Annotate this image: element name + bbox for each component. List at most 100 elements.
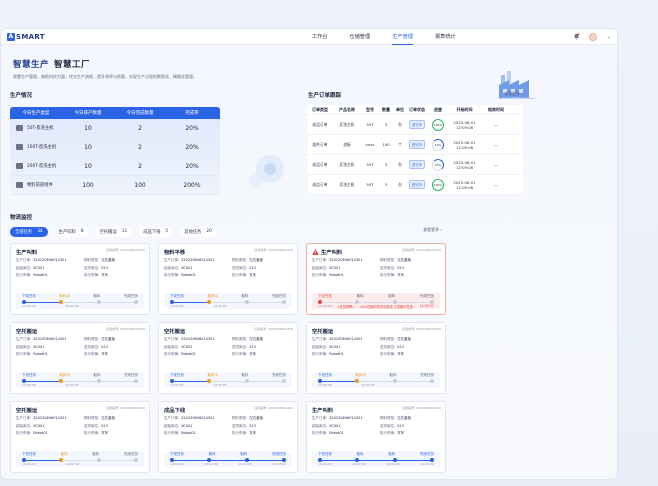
task-field-label: 执行车辆:: [312, 352, 328, 356]
step-time: 14:02:09: [65, 383, 79, 387]
col-header: 进度: [434, 106, 442, 112]
task-card[interactable]: 生产叫料 任务编号: 2202306061430 生产订单: S20230606014…: [306, 243, 446, 315]
task-info: 生产订单: S20230606014301 物料类型: 左右盖板 起始库位: XC001 送…: [312, 258, 440, 278]
col-header: 订单类型: [312, 106, 328, 112]
task-card[interactable]: 空托搬运 任务编号: 2202306061430 生产订单: S20230606014…: [10, 322, 150, 394]
task-steps: 下发任务 取料 取料 完成任务 14:02:09 14:02:09 14:02:09 14:0…: [312, 451, 440, 467]
tab-1[interactable]: 生产叫料 8: [53, 227, 89, 237]
task-field-value: 叉车: [249, 431, 257, 435]
task-card[interactable]: 生产叫料 任务编号: 2202306061430 生产订单: S20230606014…: [10, 243, 150, 315]
order-model: 50T: [366, 162, 374, 167]
task-field-value: S20230606014301: [181, 258, 215, 262]
task-info: 生产订单: S20230606014301 物料类型: 左右盖板 起始库位: XC001 送…: [312, 416, 440, 436]
status-badge: 进行中: [409, 160, 425, 169]
tab-count: 34: [37, 229, 43, 234]
task-title: 生产叫料: [321, 250, 343, 256]
step-dot: [96, 300, 101, 304]
task-field: 执行车辆: 叉车: [380, 431, 440, 436]
task-card[interactable]: 成品下线 任务编号: 2202306061430 生产订单: S20230606014…: [158, 401, 298, 473]
task-field-value: 左右盖板: [397, 258, 412, 262]
chevron-down-icon[interactable]: ⌄: [607, 34, 611, 40]
bell-icon[interactable]: [573, 33, 580, 40]
production-section: 生产情况 今日生产类型 今日排产数量 今日完成数量 完成率 50T-反洗主机 10…: [10, 91, 300, 206]
task-field-value: 左右盖板: [249, 337, 264, 341]
task-field-label: 生产订单:: [164, 416, 180, 420]
step-dot: [134, 379, 138, 383]
step-time: [任务预警]: [338, 305, 354, 309]
step-line: [170, 458, 286, 462]
task-field-label: 物料类型:: [380, 416, 396, 420]
logistics-title: 物流监控: [10, 215, 33, 221]
task-field-value: XC001: [33, 344, 45, 349]
step-line: [170, 300, 286, 304]
production-row: 物料前部组件 100 100 200%: [10, 176, 220, 195]
step-dot: [392, 300, 397, 304]
logo[interactable]: A SMART: [7, 32, 45, 41]
task-field-label: 生产订单:: [312, 258, 328, 262]
logo-mark: A: [7, 32, 15, 41]
task-field: 起始库位: XC001: [164, 424, 232, 429]
logistics-more-link[interactable]: 查看更多 ›: [423, 227, 442, 233]
order-row[interactable]: 成品订单 反洗主机 50T 3 台 进行中 100% 2025-06-01 12:09:08 -…: [308, 175, 523, 195]
step-time: 14:02:09: [204, 462, 218, 466]
step-line: [318, 458, 434, 462]
logo-text: SMART: [16, 32, 45, 41]
production-type: 物料前部组件: [27, 183, 53, 188]
order-row[interactable]: 组件订单 滤板 xxxx 100 个 进行中 10% 2025-06-01 12:09:08 -…: [308, 135, 523, 155]
nav-item-warehouse[interactable]: 仓储管理: [349, 29, 370, 44]
task-field-value: S20230606014301: [181, 416, 215, 420]
step-times: 14:02:09 14:02:09: [16, 304, 144, 308]
task-field-value: 左右盖板: [397, 337, 412, 341]
nav-item-reports[interactable]: 报表统计: [435, 29, 456, 44]
order-row[interactable]: 成品订单 反洗主机 50T 3 台 进行中 10% 2025-06-01 12:09:08 --…: [308, 155, 523, 175]
task-field: 起始库位: XC001: [16, 424, 84, 429]
tab-3[interactable]: 成品下线 5: [138, 227, 174, 237]
order-qty: 100: [382, 142, 390, 147]
production-type: 100T-反洗主机: [27, 145, 57, 150]
step-labels: 下发任务 取料 取料 完成任务: [312, 293, 440, 299]
step-label: 取料: [389, 373, 397, 377]
nav-item-production[interactable]: 生产管理: [392, 29, 413, 45]
task-field-value: Robot01: [329, 352, 344, 356]
task-field-value: Robot01: [33, 431, 48, 435]
task-field-value: 叉车: [397, 352, 405, 356]
order-product: 滤板: [343, 141, 351, 147]
step-line: [22, 458, 138, 462]
nav-item-workbench[interactable]: 工作台: [312, 29, 328, 44]
step-time: 14:02:09: [65, 462, 79, 466]
app-window: A SMART 工作台 仓储管理 生产管理 报表统计 ⌄ 智慧生产 智慧工厂 智慧…: [0, 28, 618, 480]
task-field-label: 生产订单:: [16, 416, 32, 420]
tab-0[interactable]: 全部任务 34: [10, 227, 48, 237]
task-card[interactable]: 空托搬运 任务编号: 2202306061430 生产订单: S20230606014…: [158, 322, 298, 394]
task-field-value: S20230606014301: [329, 337, 363, 341]
orders-more-link[interactable]: 查看更多 ›: [504, 91, 523, 97]
production-row: 200T-反洗主机 10 2 20%: [10, 157, 220, 176]
task-info: 生产订单: S20230606014301 物料类型: 左右盖板 起始库位: XC001 送…: [16, 337, 144, 357]
tab-2[interactable]: 空托搬运 11: [94, 227, 133, 237]
task-field-label: 生产订单:: [16, 337, 32, 341]
step-progress: [24, 459, 61, 461]
step-dot: [392, 458, 397, 462]
step-dot: [134, 458, 138, 462]
task-field: 生产订单: S20230606014301: [16, 258, 84, 263]
order-end-time: ---: [493, 182, 499, 187]
production-done: 2: [138, 162, 142, 170]
step-time: 14:20:21: [419, 304, 434, 308]
task-steps: 下发任务 取料中 取料 完成任务 14:02:09 14:02:09: [164, 372, 292, 388]
task-card[interactable]: 空托搬运 任务编号: 2202306061430 生产订单: S20230606014…: [10, 401, 150, 473]
step-dot: [170, 300, 174, 304]
step-label: 取料中: [207, 373, 219, 377]
task-card[interactable]: 生产叫料 任务编号: 2202306061430 生产订单: S20230606014…: [306, 401, 446, 473]
col-header: 单位: [396, 106, 404, 112]
tab-4[interactable]: 其他任务 20: [179, 227, 217, 237]
task-field: 执行车辆: Robot01: [16, 273, 84, 278]
order-row[interactable]: 成品订单 反洗主机 50T 3 台 进行中 100% 2025-06-01 12:09:08 -…: [308, 115, 523, 135]
avatar[interactable]: [588, 32, 597, 41]
tab-label: 成品下线: [143, 230, 161, 235]
task-card[interactable]: 空托搬运 任务编号: 2202306061430 生产订单: S20230606014…: [306, 322, 446, 394]
task-field: 起始库位: XC001: [164, 345, 232, 350]
step-label: 取料: [208, 452, 216, 456]
task-card[interactable]: 物料平移 任务编号: 2202306061430 生产订单: S20230606014…: [158, 243, 298, 315]
col-header: 型号: [366, 106, 374, 112]
step-labels: 下发任务 取料中 取料 完成任务: [16, 372, 144, 378]
